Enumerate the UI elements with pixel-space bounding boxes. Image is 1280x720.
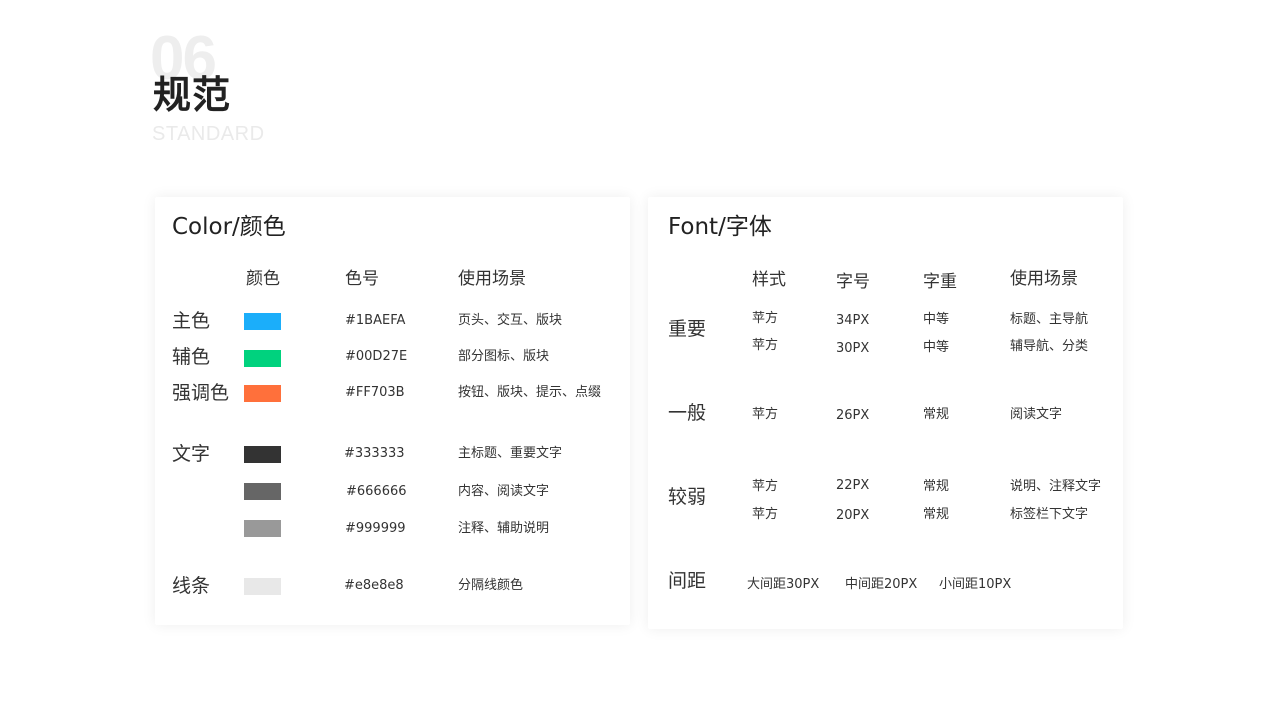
font-weight: 中等 (923, 312, 950, 327)
font-usage: 阅读文字 (1010, 407, 1063, 422)
usage-col-header: 使用场景 (1010, 269, 1078, 289)
color-usage: 内容、阅读文字 (458, 484, 550, 499)
style-col-header: 样式 (752, 270, 786, 290)
font-card: Font/字体 样式 字号 字重 使用场景 重要 一般 较弱 间距 苹方 34P… (648, 197, 1123, 629)
font-weight: 常规 (923, 407, 950, 422)
color-card-title: Color/颜色 (172, 214, 286, 240)
color-code: #666666 (346, 484, 407, 499)
font-style: 苹方 (752, 479, 779, 494)
font-size: 20PX (836, 508, 870, 523)
spacing-large: 大间距30PX (747, 577, 820, 592)
color-swatch (244, 313, 281, 330)
font-usage: 说明、注释文字 (1010, 479, 1102, 494)
font-style: 苹方 (752, 407, 779, 422)
group-label-spacing: 间距 (668, 570, 707, 592)
color-card: Color/颜色 颜色 色号 使用场景 主色 辅色 强调色 文字 线条 #1BA… (155, 197, 630, 625)
color-usage: 按钮、版块、提示、点缀 (458, 385, 602, 400)
color-swatch (244, 578, 281, 595)
font-size: 34PX (836, 313, 870, 328)
color-swatch (244, 350, 281, 367)
group-label-weak: 较弱 (668, 486, 707, 508)
color-swatch (244, 446, 281, 463)
font-weight: 常规 (923, 479, 950, 494)
spacing-small: 小间距10PX (939, 577, 1012, 592)
font-size: 30PX (836, 341, 870, 356)
font-usage: 辅导航、分类 (1010, 339, 1089, 354)
section-subtitle: STANDARD (152, 123, 265, 145)
color-usage: 注释、辅助说明 (458, 521, 550, 536)
color-col-header: 颜色 (246, 269, 280, 289)
font-size: 22PX (836, 478, 870, 493)
color-swatch (244, 385, 281, 402)
color-code: #FF703B (345, 385, 405, 400)
font-style: 苹方 (752, 338, 779, 353)
color-usage: 部分图标、版块 (458, 349, 550, 364)
color-code: #1BAEFA (345, 313, 406, 328)
font-usage: 标签栏下文字 (1010, 507, 1089, 522)
code-col-header: 色号 (345, 269, 379, 289)
font-card-title: Font/字体 (668, 214, 772, 240)
group-label-important: 重要 (668, 318, 707, 340)
color-code: #e8e8e8 (344, 578, 404, 593)
color-usage: 分隔线颜色 (458, 578, 524, 593)
usage-col-header: 使用场景 (458, 269, 526, 289)
color-code: #999999 (345, 521, 406, 536)
spacing-medium: 中间距20PX (845, 577, 918, 592)
size-col-header: 字号 (836, 272, 870, 292)
weight-col-header: 字重 (923, 272, 957, 292)
group-label-main: 主色 (172, 310, 211, 332)
color-usage: 页头、交互、版块 (458, 313, 563, 328)
color-usage: 主标题、重要文字 (458, 446, 563, 461)
font-weight: 中等 (923, 340, 950, 355)
group-label-line: 线条 (172, 575, 211, 597)
section-title: 规范 (153, 73, 232, 117)
font-usage: 标题、主导航 (1010, 312, 1089, 327)
group-label-secondary: 辅色 (172, 346, 211, 368)
font-style: 苹方 (752, 507, 779, 522)
group-label-text: 文字 (172, 443, 211, 465)
font-weight: 常规 (923, 507, 950, 522)
color-swatch (244, 483, 281, 500)
color-code: #00D27E (345, 349, 408, 364)
color-swatch (244, 520, 281, 537)
color-code: #333333 (344, 446, 405, 461)
group-label-accent: 强调色 (172, 382, 230, 404)
group-label-normal: 一般 (668, 402, 707, 424)
font-size: 26PX (836, 408, 870, 423)
font-style: 苹方 (752, 311, 779, 326)
